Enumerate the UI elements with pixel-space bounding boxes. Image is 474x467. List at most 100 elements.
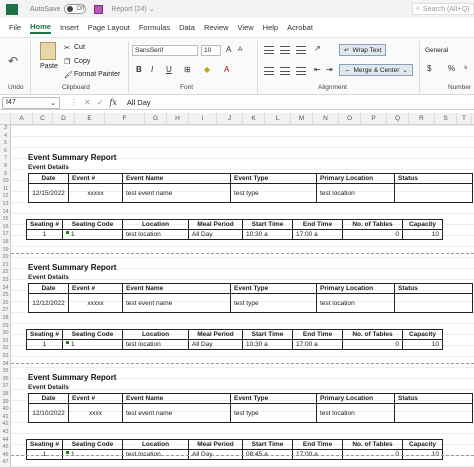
search-input[interactable]: ⌕ Search (Alt+Q) [412,3,474,15]
format-painter-icon[interactable]: 🖌 [64,71,73,79]
table-cell[interactable]: test type [230,183,317,203]
increase-indent-icon[interactable]: ⇥ [326,65,333,74]
column-heading[interactable]: Status [394,283,473,294]
comma-style-icon[interactable]: ⁹ [464,64,467,73]
formula-input[interactable]: All Day [127,98,151,107]
row-header[interactable]: 9 [0,171,11,177]
align-top-icon[interactable] [264,46,274,54]
insert-function-icon[interactable]: fx [109,98,116,107]
section-subtitle[interactable]: Event Details [28,164,474,171]
column-heading[interactable]: Seating # [26,219,63,230]
column-header[interactable]: I [189,113,217,124]
align-middle-icon[interactable] [280,46,290,54]
column-heading[interactable]: Seating Code [62,219,123,230]
column-header[interactable]: G [145,113,167,124]
column-heading[interactable]: Meal Period [188,329,243,340]
select-all-corner[interactable] [0,113,11,124]
copy-icon[interactable]: ❐ [64,58,70,66]
table-cell[interactable]: xxxx [68,403,123,423]
column-heading[interactable]: Event # [68,393,123,404]
currency-button[interactable]: $ [427,64,431,73]
row-header[interactable]: 38 [0,391,11,397]
error-indicator-icon[interactable] [66,231,69,234]
column-header[interactable]: T [457,113,472,124]
underline-button[interactable]: U [166,65,172,74]
font-size-select[interactable]: 10 [201,45,221,56]
table-cell[interactable] [394,293,473,313]
align-bottom-icon[interactable] [296,46,306,54]
column-heading[interactable]: Event Name [122,173,231,184]
table-cell[interactable] [394,403,473,423]
font-name-select[interactable]: SansSerif [132,45,198,56]
table-cell[interactable]: 10 [402,229,443,240]
column-header[interactable]: R [409,113,435,124]
column-header[interactable]: Q [387,113,409,124]
column-heading[interactable]: Event Name [122,283,231,294]
table-cell[interactable]: 12/10/2022 [28,403,69,423]
column-heading[interactable]: Seating # [26,329,63,340]
column-header[interactable]: H [167,113,189,124]
table-cell[interactable]: 17:00 a [292,229,343,240]
row-header[interactable]: 10 [0,178,11,184]
percent-button[interactable]: % [448,64,455,73]
row-header[interactable]: 3 [0,125,11,131]
tab-review[interactable]: Review [204,23,229,32]
tab-help[interactable]: Help [263,23,278,32]
chevron-down-icon[interactable]: ⌄ [149,5,155,13]
table-cell[interactable]: test location [316,403,395,423]
italic-button[interactable]: I [151,65,153,74]
font-color-icon[interactable]: A [224,65,229,74]
row-header[interactable]: 27 [0,307,11,313]
column-header[interactable]: J [217,113,243,124]
column-header[interactable]: S [435,113,457,124]
table-cell[interactable]: test type [230,293,317,313]
tab-formulas[interactable]: Formulas [139,23,170,32]
error-indicator-icon[interactable] [66,341,69,344]
align-left-icon[interactable] [264,67,274,75]
table-cell[interactable]: 1 [26,339,63,350]
column-header[interactable]: C [33,113,53,124]
row-header[interactable]: 11 [0,186,11,192]
column-heading[interactable]: Status [394,393,473,404]
column-heading[interactable]: End Time [292,219,343,230]
align-right-icon[interactable] [296,67,306,75]
row-header[interactable]: 21 [0,262,11,268]
row-header[interactable]: 5 [0,140,11,146]
tab-home[interactable]: Home [30,22,51,34]
row-header[interactable]: 18 [0,239,11,245]
row-header[interactable]: 17 [0,231,11,237]
row-header[interactable]: 15 [0,216,11,222]
column-header[interactable]: M [291,113,313,124]
row-header[interactable]: 37 [0,383,11,389]
table-cell[interactable]: 10 [402,339,443,350]
cancel-icon[interactable]: ✕ [84,98,91,107]
autosave-toggle[interactable]: Off [64,4,87,14]
row-header[interactable]: 47 [0,459,11,465]
number-format-select[interactable]: General [423,45,474,56]
column-header[interactable]: K [243,113,265,124]
column-header[interactable]: D [53,113,75,124]
table-cell[interactable]: test event name [122,183,231,203]
column-heading[interactable]: End Time [292,439,343,450]
row-header[interactable]: 24 [0,285,11,291]
row-header[interactable]: 31 [0,338,11,344]
cut-icon[interactable]: ✂ [64,44,70,52]
section-subtitle[interactable]: Event Details [28,274,474,281]
bold-button[interactable]: B [136,65,142,74]
column-header[interactable]: A [11,113,33,124]
column-header[interactable]: P [361,113,387,124]
row-header[interactable]: 43 [0,429,11,435]
decrease-indent-icon[interactable]: ⇤ [314,65,321,74]
row-header[interactable]: 6 [0,148,11,154]
row-header[interactable]: 44 [0,437,11,443]
column-heading[interactable]: Event # [68,283,123,294]
row-header[interactable]: 14 [0,209,11,215]
table-cell[interactable]: test location [122,339,189,350]
column-heading[interactable]: Start Time [242,439,293,450]
paste-icon[interactable] [40,42,56,60]
row-header[interactable]: 26 [0,300,11,306]
error-indicator-icon[interactable] [66,451,69,454]
table-cell[interactable]: 1 [62,339,123,350]
column-heading[interactable]: Status [394,173,473,184]
row-header[interactable]: 42 [0,421,11,427]
